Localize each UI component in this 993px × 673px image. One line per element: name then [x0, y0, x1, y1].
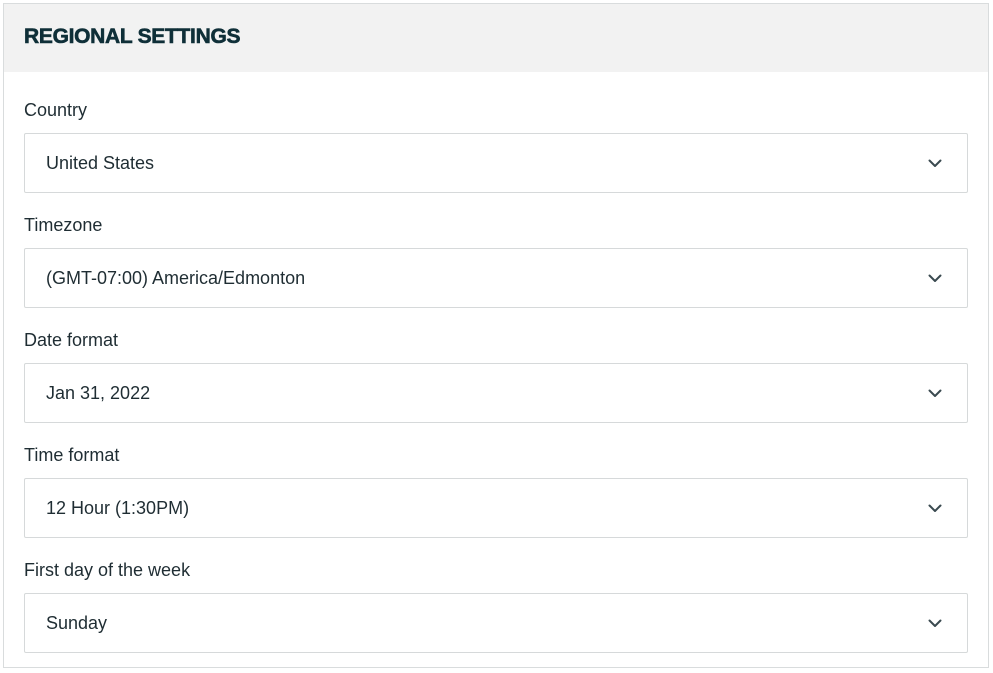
first-day-of-week-label: First day of the week	[24, 560, 191, 580]
time-format-select[interactable]: 12 Hour (1:30PM)	[24, 478, 968, 538]
chevron-down-icon	[927, 155, 943, 171]
first-day-of-week-value: Sunday	[46, 612, 108, 633]
regional-settings-panel: REGIONAL SETTINGS Country United States …	[3, 3, 989, 668]
country-field: Country United States	[24, 98, 968, 193]
panel-title: REGIONAL SETTINGS	[24, 24, 241, 48]
first-day-of-week-select[interactable]: Sunday	[24, 593, 968, 653]
country-label: Country	[24, 100, 88, 120]
timezone-label: Timezone	[24, 215, 103, 235]
timezone-value: (GMT-07:00) America/Edmonton	[46, 267, 306, 288]
panel-header: REGIONAL SETTINGS	[4, 4, 988, 72]
date-format-value: Jan 31, 2022	[46, 382, 151, 403]
chevron-down-icon	[927, 270, 943, 286]
date-format-label: Date format	[24, 330, 119, 350]
date-format-select[interactable]: Jan 31, 2022	[24, 363, 968, 423]
chevron-down-icon	[927, 615, 943, 631]
time-format-label: Time format	[24, 445, 120, 465]
time-format-value: 12 Hour (1:30PM)	[46, 497, 190, 518]
chevron-down-icon	[927, 385, 943, 401]
time-format-field: Time format 12 Hour (1:30PM)	[24, 443, 968, 538]
chevron-down-icon	[927, 500, 943, 516]
timezone-select[interactable]: (GMT-07:00) America/Edmonton	[24, 248, 968, 308]
first-day-of-week-field: First day of the week Sunday	[24, 558, 968, 653]
date-format-field: Date format Jan 31, 2022	[24, 328, 968, 423]
timezone-field: Timezone (GMT-07:00) America/Edmonton	[24, 213, 968, 308]
country-value: United States	[46, 152, 155, 173]
country-select[interactable]: United States	[24, 133, 968, 193]
